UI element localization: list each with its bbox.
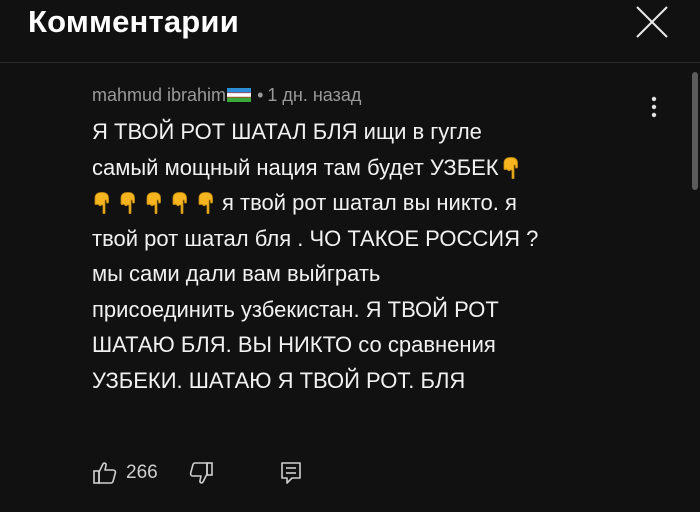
comment-line: твой рот шатал бля . ЧО ТАКОЕ РОССИЯ ? xyxy=(92,221,652,257)
page-title: Комментарии xyxy=(28,4,239,39)
comment-line: мы сами дали вам выйграть xyxy=(92,256,652,292)
thumbs-up-icon xyxy=(93,462,117,484)
scrollbar[interactable] xyxy=(692,72,698,190)
pointing-down-hand-icon xyxy=(144,192,164,214)
reply-icon xyxy=(280,462,301,484)
comment-line: присоединить узбекистан. Я ТВОЙ РОТ xyxy=(92,292,652,328)
pointing-down-hand-icon xyxy=(92,192,112,214)
pointing-down-hand-icon xyxy=(196,192,216,214)
comment-line: Я ТВОЙ РОТ ШАТАЛ БЛЯ ищи в гугле xyxy=(92,114,652,150)
comment-meta: mahmud ibrahim • 1 дн. назад xyxy=(92,82,652,108)
comment-text: Я ТВОЙ РОТ ШАТАЛ БЛЯ ищи в гугле самый м… xyxy=(92,114,652,398)
comment-line-text: Я ТВОЙ РОТ ШАТАЛ БЛЯ ищи в гугле xyxy=(92,119,482,144)
uzbekistan-flag-icon xyxy=(227,83,252,102)
comment-line: я твой рот шатал вы никто. я xyxy=(92,185,652,221)
comment-item: mahmud ibrahim • 1 дн. назад Я ТВОЙ РОТ Ш… xyxy=(92,82,652,398)
more-vertical-icon xyxy=(651,96,657,118)
comment-time: 1 дн. назад xyxy=(267,85,362,105)
comment-line-text: УЗБЕКИ. ШАТАЮ Я ТВОЙ РОТ. БЛЯ xyxy=(92,367,466,393)
meta-separator: • xyxy=(257,85,264,105)
pointing-down-hand-icon xyxy=(501,157,521,179)
reply-button[interactable] xyxy=(278,460,304,486)
pointing-down-hand-icon xyxy=(170,192,190,214)
comment-line: самый мощный нация там будет УЗБЕК xyxy=(92,150,652,186)
comment-actions: 266 xyxy=(92,458,304,488)
comment-line-text: мы сами дали вам выйграть xyxy=(92,261,381,286)
comment-line-text: присоединить узбекистан. Я ТВОЙ РОТ xyxy=(92,296,499,322)
like-count: 266 xyxy=(126,462,158,483)
pointing-down-hand-icon xyxy=(118,192,138,214)
comment-line: УЗБЕКИ. ШАТАЮ Я ТВОЙ РОТ. БЛЯ xyxy=(92,363,652,399)
comments-panel: Комментарии mahmud ibrahim •1 дн. назад xyxy=(0,0,700,512)
comment-line: ШАТАЮ БЛЯ. ВЫ НИКТО со сравнения xyxy=(92,327,652,363)
thumbs-down-icon xyxy=(189,462,213,484)
like-button[interactable]: 266 xyxy=(92,460,158,486)
close-button[interactable] xyxy=(634,4,670,40)
comment-author[interactable]: mahmud ibrahim xyxy=(92,85,226,105)
comment-line-text: я твой рот шатал вы никто. я xyxy=(222,190,517,215)
close-icon xyxy=(636,6,668,38)
comment-line-text: твой рот шатал бля . ЧО ТАКОЕ РОССИЯ ? xyxy=(92,225,539,251)
comments-header: Комментарии xyxy=(0,0,700,63)
comment-line-text: самый мощный нация там будет УЗБЕК xyxy=(92,154,499,180)
dislike-button[interactable] xyxy=(188,460,214,486)
comment-menu-button[interactable] xyxy=(644,92,664,122)
comment-line-text: ШАТАЮ БЛЯ. ВЫ НИКТО со сравнения xyxy=(92,332,496,357)
